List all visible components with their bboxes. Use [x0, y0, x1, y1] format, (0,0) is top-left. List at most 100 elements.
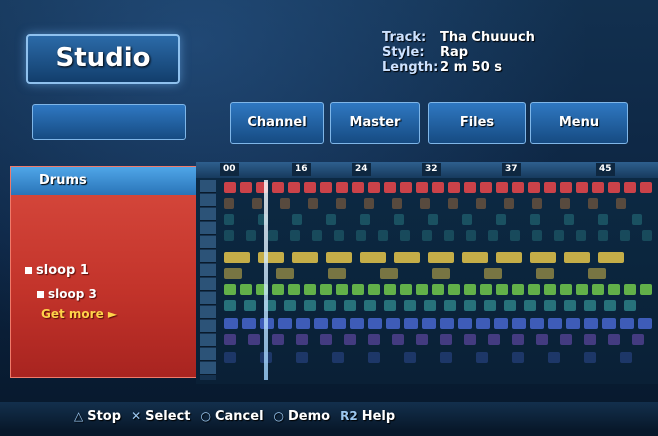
note-cell[interactable] [484, 268, 502, 279]
note-cell[interactable] [224, 284, 236, 295]
note-cell[interactable] [384, 182, 396, 193]
note-cell[interactable] [378, 230, 388, 241]
note-cell[interactable] [284, 300, 296, 311]
note-cell[interactable] [444, 300, 456, 311]
note-cell[interactable] [280, 198, 290, 209]
note-cell[interactable] [592, 284, 604, 295]
note-cell[interactable] [598, 252, 624, 263]
get-more-link[interactable]: Get more ► [41, 307, 117, 321]
note-cell[interactable] [432, 182, 444, 193]
note-cell[interactable] [320, 284, 332, 295]
note-cell[interactable] [224, 318, 238, 329]
note-cell[interactable] [576, 284, 588, 295]
instrument-header[interactable]: Drums [11, 167, 197, 195]
note-cell[interactable] [560, 198, 570, 209]
note-cell[interactable] [544, 182, 556, 193]
note-cell[interactable] [240, 284, 252, 295]
note-cell[interactable] [608, 182, 620, 193]
note-cell[interactable] [462, 252, 488, 263]
note-cell[interactable] [224, 334, 236, 345]
note-cell[interactable] [416, 284, 428, 295]
note-cell[interactable] [224, 214, 234, 225]
note-cell[interactable] [560, 182, 572, 193]
note-cell[interactable] [352, 182, 364, 193]
note-cell[interactable] [320, 334, 332, 345]
note-cell[interactable] [424, 300, 436, 311]
note-cell[interactable] [532, 198, 542, 209]
note-cell[interactable] [564, 300, 576, 311]
note-cell[interactable] [288, 284, 300, 295]
note-cell[interactable] [444, 230, 454, 241]
note-cell[interactable] [584, 300, 596, 311]
note-cell[interactable] [620, 318, 634, 329]
note-cell[interactable] [252, 198, 262, 209]
note-cell[interactable] [394, 252, 420, 263]
note-cell[interactable] [272, 334, 284, 345]
note-cell[interactable] [458, 318, 472, 329]
note-cell[interactable] [422, 230, 432, 241]
note-cell[interactable] [324, 300, 336, 311]
note-cell[interactable] [440, 334, 452, 345]
note-cell[interactable] [624, 182, 636, 193]
note-cell[interactable] [602, 318, 616, 329]
note-cell[interactable] [512, 284, 524, 295]
note-cell[interactable] [384, 284, 396, 295]
note-cell[interactable] [380, 268, 398, 279]
note-cell[interactable] [624, 300, 636, 311]
note-cell[interactable] [416, 182, 428, 193]
tab-files[interactable]: Files [428, 102, 526, 144]
note-cell[interactable] [224, 198, 234, 209]
note-cell[interactable] [360, 214, 370, 225]
note-cell[interactable] [576, 182, 588, 193]
note-cell[interactable] [448, 284, 460, 295]
note-cell[interactable] [368, 182, 380, 193]
note-cell[interactable] [640, 284, 652, 295]
note-cell[interactable] [394, 214, 404, 225]
note-cell[interactable] [290, 230, 300, 241]
note-cell[interactable] [336, 182, 348, 193]
note-cell[interactable] [320, 182, 332, 193]
tab-blank[interactable] [32, 104, 186, 140]
note-cell[interactable] [258, 252, 284, 263]
note-cell[interactable] [504, 300, 516, 311]
note-cell[interactable] [592, 182, 604, 193]
note-cell[interactable] [292, 252, 318, 263]
note-cell[interactable] [308, 198, 318, 209]
note-cell[interactable] [584, 318, 598, 329]
note-cell[interactable] [536, 334, 548, 345]
playhead[interactable] [264, 180, 268, 380]
note-cell[interactable] [624, 284, 636, 295]
note-cell[interactable] [464, 334, 476, 345]
note-cell[interactable] [360, 252, 386, 263]
note-cell[interactable] [496, 214, 506, 225]
note-cell[interactable] [386, 318, 400, 329]
note-cell[interactable] [314, 318, 328, 329]
note-cell[interactable] [642, 230, 652, 241]
note-cell[interactable] [224, 252, 250, 263]
note-cell[interactable] [364, 300, 376, 311]
note-cell[interactable] [240, 182, 252, 193]
note-cell[interactable] [404, 352, 416, 363]
note-cell[interactable] [344, 300, 356, 311]
note-cell[interactable] [598, 230, 608, 241]
note-cell[interactable] [288, 182, 300, 193]
note-cell[interactable] [336, 198, 346, 209]
note-cell[interactable] [480, 284, 492, 295]
note-cell[interactable] [428, 214, 438, 225]
note-cell[interactable] [328, 268, 346, 279]
note-cell[interactable] [536, 268, 554, 279]
note-cell[interactable] [432, 284, 444, 295]
note-cell[interactable] [400, 284, 412, 295]
note-cell[interactable] [524, 300, 536, 311]
note-cell[interactable] [296, 352, 308, 363]
tab-channel[interactable]: Channel [230, 102, 324, 144]
note-cell[interactable] [512, 318, 526, 329]
tab-menu[interactable]: Menu [530, 102, 628, 144]
loop-item-3[interactable]: sloop 3 [37, 287, 97, 301]
note-cell[interactable] [272, 284, 284, 295]
note-cell[interactable] [432, 268, 450, 279]
note-cell[interactable] [448, 198, 458, 209]
note-cell[interactable] [476, 198, 486, 209]
note-cell[interactable] [400, 230, 410, 241]
note-cell[interactable] [344, 334, 356, 345]
